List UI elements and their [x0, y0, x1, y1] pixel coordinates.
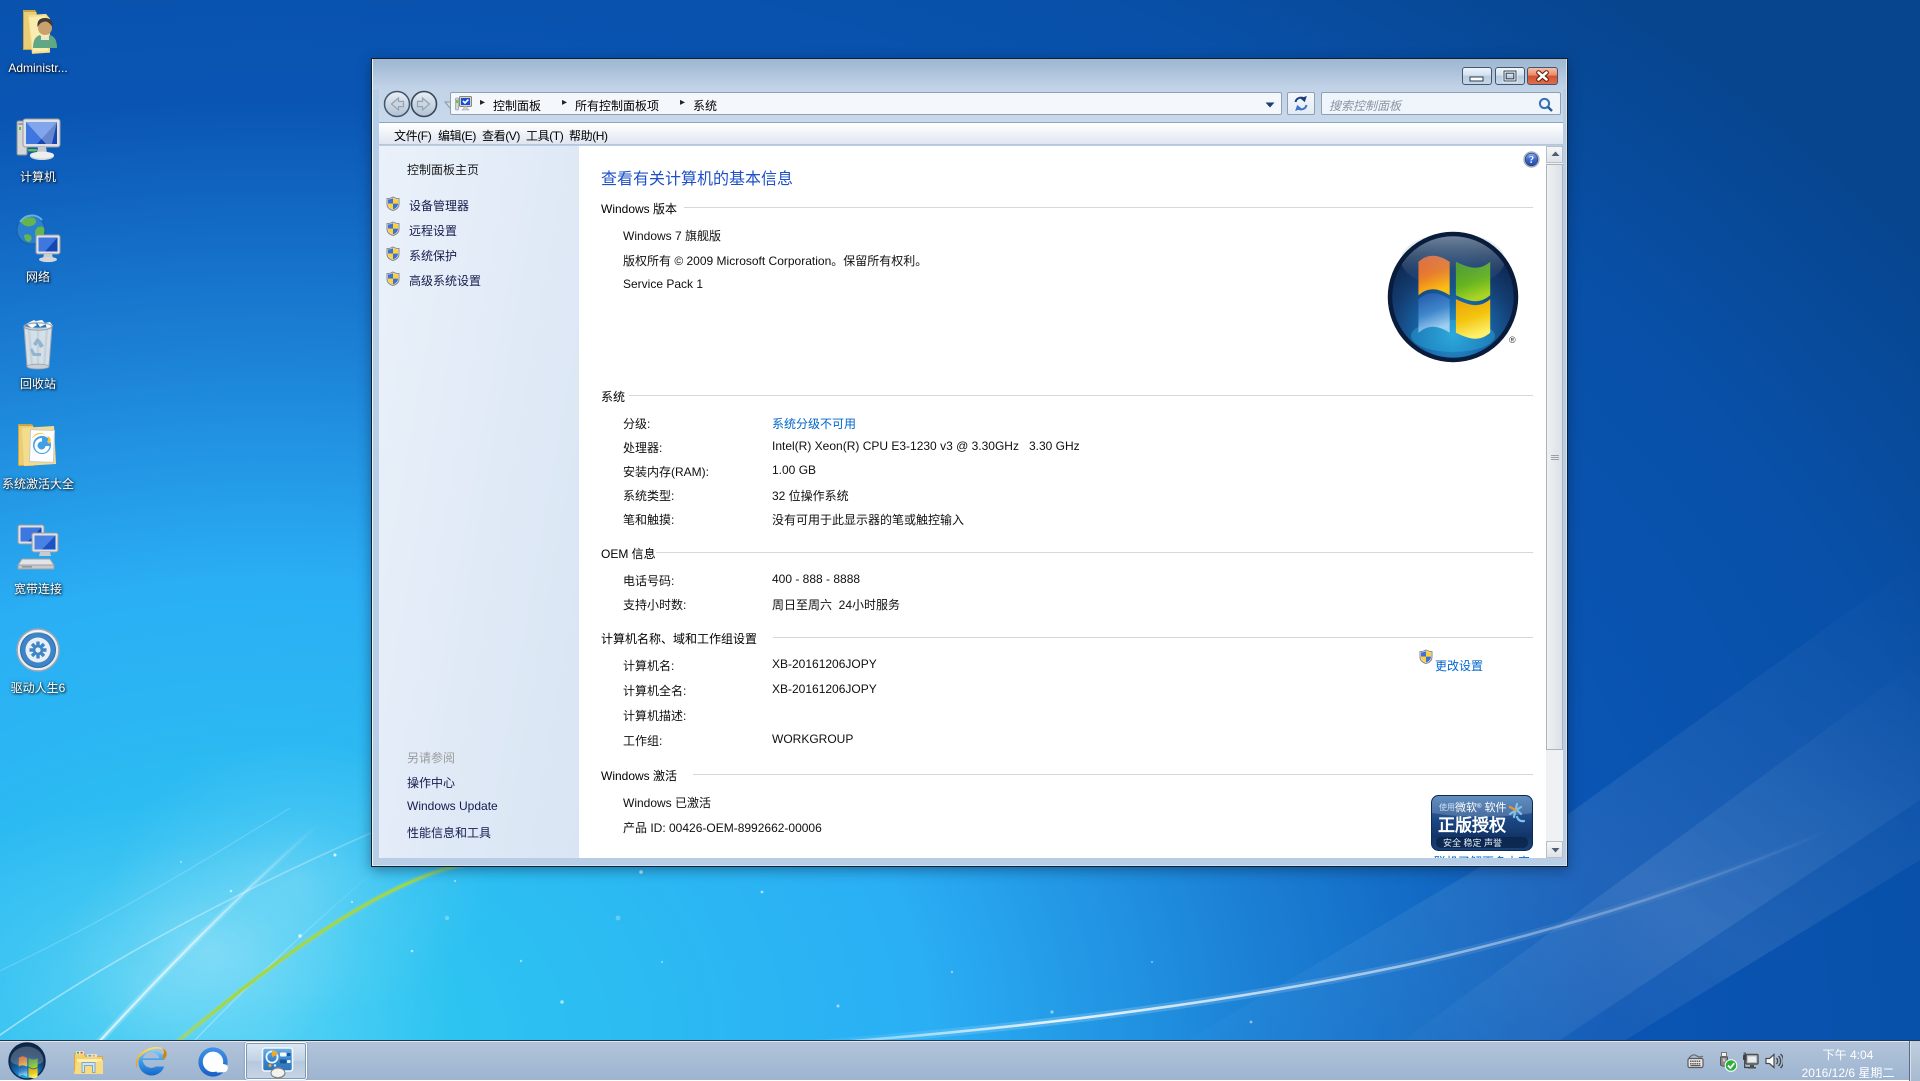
- svg-text:正版授权: 正版授权: [1438, 815, 1507, 835]
- svg-text:使用: 使用: [1439, 802, 1455, 812]
- svg-text:微软® 软件: 微软® 软件: [1455, 800, 1506, 814]
- svg-text:?: ?: [1529, 155, 1534, 166]
- svg-text:®: ®: [1509, 335, 1516, 345]
- svg-text:安全 稳定 声誉: 安全 稳定 声誉: [1443, 837, 1502, 848]
